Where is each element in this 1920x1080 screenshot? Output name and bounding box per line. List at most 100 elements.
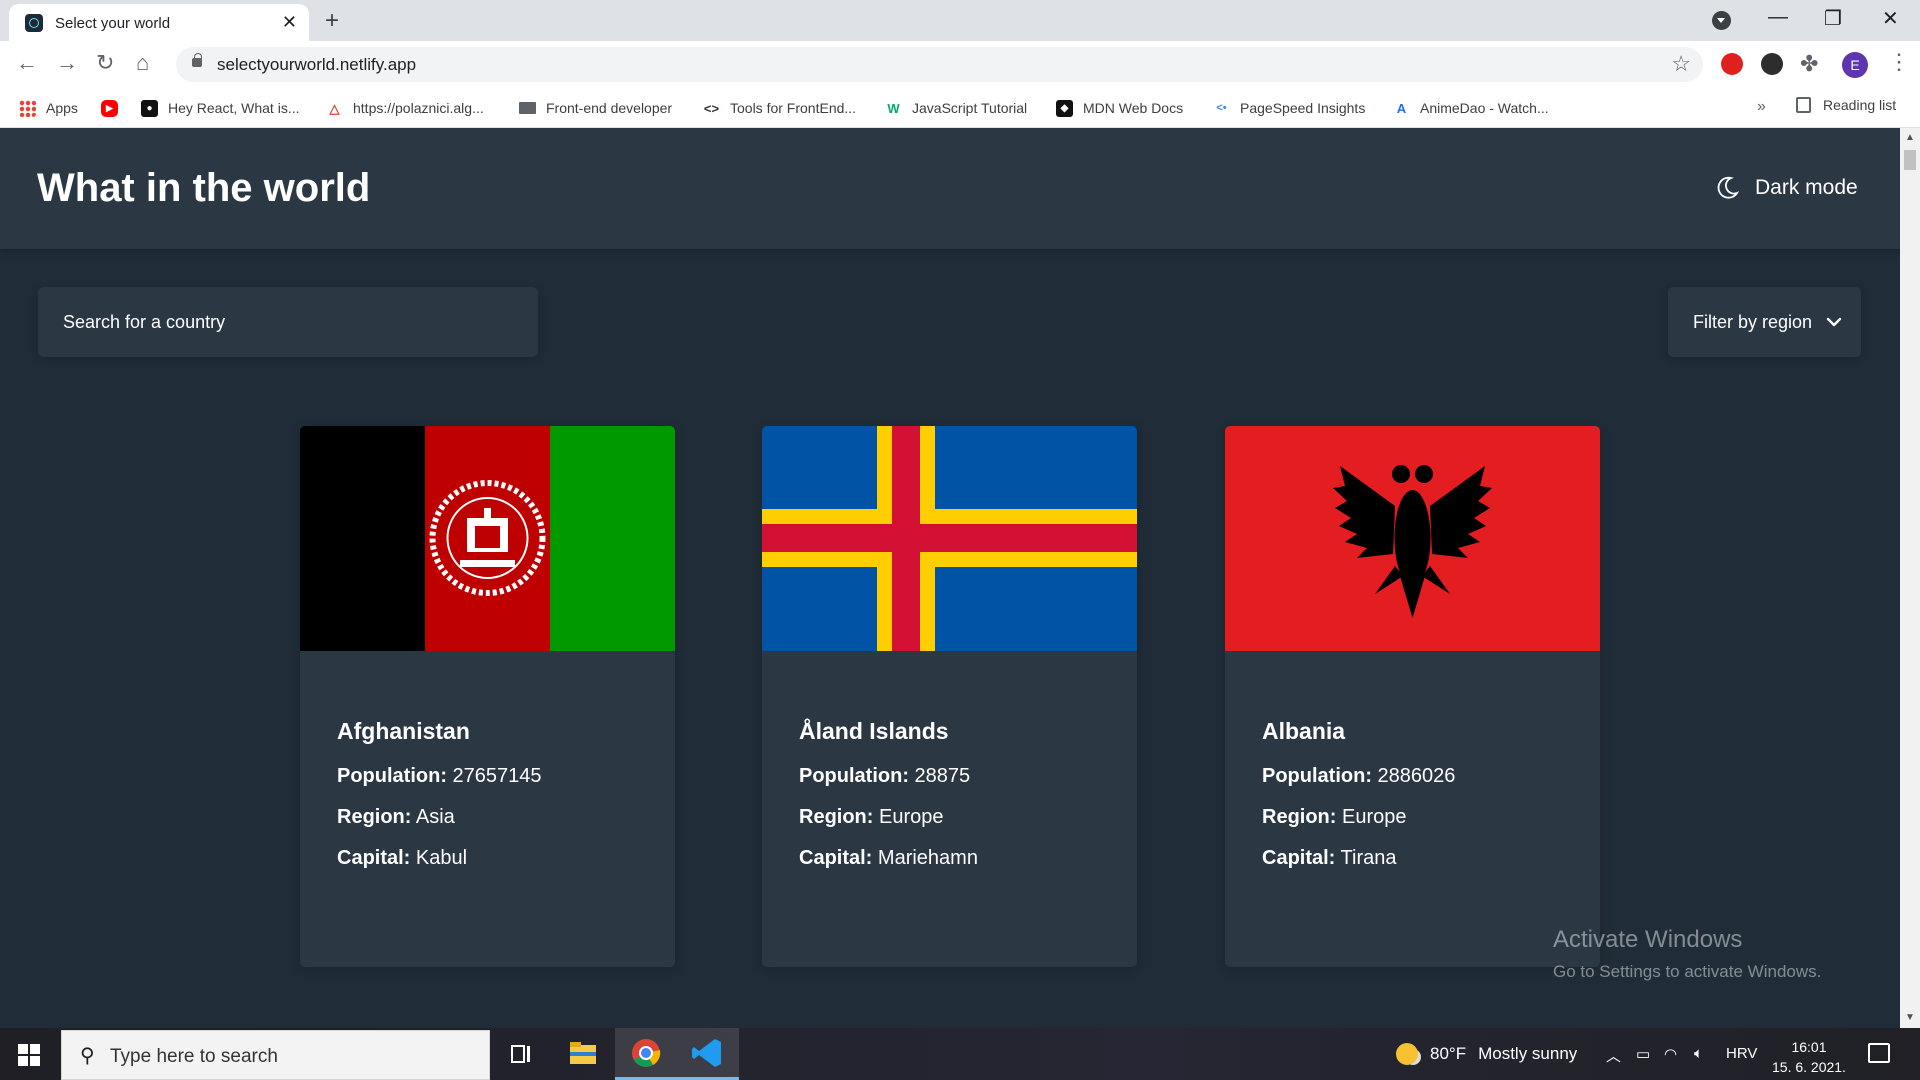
bookmark-mdn[interactable]: ◆ MDN Web Docs bbox=[1056, 97, 1183, 119]
albania-flag bbox=[1225, 426, 1600, 651]
new-tab-button[interactable]: + bbox=[325, 7, 339, 35]
back-arrow-icon[interactable]: ← bbox=[16, 50, 38, 76]
animedao-icon: A bbox=[1396, 100, 1407, 116]
bookmark-star-icon[interactable]: ☆ bbox=[1671, 51, 1691, 77]
population-value: 2886026 bbox=[1377, 765, 1456, 787]
weather-widget[interactable]: 80°F Mostly sunny bbox=[1396, 1043, 1577, 1065]
restore-button[interactable]: ❐ bbox=[1824, 6, 1842, 31]
scrollbar-thumb[interactable] bbox=[1904, 150, 1916, 170]
url-text[interactable]: selectyourworld.netlify.app bbox=[217, 55, 416, 75]
volume-icon[interactable]: 🔈︎ bbox=[1694, 1045, 1703, 1062]
clock-date: 15. 6. 2021. bbox=[1772, 1059, 1846, 1075]
page-scrollbar[interactable]: ▲ ▼ bbox=[1900, 128, 1920, 1028]
capital-value: Kabul bbox=[415, 847, 468, 869]
region-row: Region: Asia bbox=[337, 806, 542, 829]
population-label: Population: bbox=[337, 765, 447, 787]
home-icon[interactable]: ⌂ bbox=[136, 50, 149, 76]
capital-value: Mariehamn bbox=[877, 847, 978, 869]
reading-list-icon bbox=[1796, 97, 1811, 113]
forward-arrow-icon[interactable]: → bbox=[56, 50, 78, 76]
action-center-icon[interactable] bbox=[1868, 1043, 1890, 1063]
aland-islands-flag bbox=[762, 426, 1137, 651]
activation-subtitle: Go to Settings to activate Windows. bbox=[1553, 962, 1822, 981]
more-bookmarks-button[interactable]: » bbox=[1757, 98, 1766, 116]
address-bar[interactable]: selectyourworld.netlify.app ☆ bbox=[176, 47, 1703, 82]
minimize-button[interactable]: — bbox=[1768, 6, 1788, 29]
scroll-up-arrow-icon[interactable]: ▲ bbox=[1905, 132, 1915, 143]
filter-label: Filter by region bbox=[1693, 311, 1813, 332]
video-downloader-extension-icon[interactable] bbox=[1761, 53, 1783, 75]
activation-title: Activate Windows bbox=[1553, 926, 1743, 953]
region-row: Region: Europe bbox=[799, 806, 978, 829]
browser-menu-icon[interactable]: ⋮ bbox=[1888, 49, 1910, 75]
tab-title: Select your world bbox=[55, 15, 171, 32]
system-clock[interactable]: 16:01 15. 6. 2021. bbox=[1772, 1037, 1846, 1077]
browser-tab[interactable]: Select your world ✕ bbox=[9, 4, 309, 41]
country-card-albania[interactable]: Albania Population: 2886026 Region: Euro… bbox=[1225, 426, 1600, 967]
reading-list-button[interactable]: Reading list bbox=[1796, 97, 1896, 113]
afghanistan-flag bbox=[300, 426, 675, 651]
site-header: What in the world Dark mode bbox=[0, 128, 1900, 249]
moon-icon bbox=[1717, 176, 1739, 199]
react-favicon-icon bbox=[25, 14, 43, 32]
country-card-afghanistan[interactable]: Afghanistan Population: 27657145 Region:… bbox=[300, 426, 675, 967]
windows-start-icon[interactable] bbox=[18, 1044, 40, 1066]
bookmark-tools-frontend[interactable]: <> Tools for FrontEnd... bbox=[703, 97, 856, 119]
bookmark-label: https://polaznici.alg... bbox=[353, 100, 484, 116]
search-icon: ⚲ bbox=[80, 1045, 95, 1067]
pagespeed-icon: <• bbox=[1216, 101, 1227, 114]
bookmark-favicon-icon bbox=[519, 102, 536, 114]
population-row: Population: 27657145 bbox=[337, 765, 542, 788]
task-view-icon[interactable] bbox=[490, 1028, 552, 1080]
bookmark-javascript-tutorial[interactable]: W JavaScript Tutorial bbox=[885, 97, 1027, 119]
country-name: Åland Islands bbox=[799, 718, 949, 744]
bookmark-favicon-icon: △ bbox=[329, 100, 340, 116]
bookmark-apps[interactable]: Apps bbox=[19, 97, 78, 119]
youtube-icon: ▶ bbox=[101, 99, 118, 117]
code-brackets-icon: <> bbox=[703, 100, 720, 116]
country-card-aland-islands[interactable]: Åland Islands Population: 28875 Region: … bbox=[762, 426, 1137, 967]
battery-icon[interactable]: ▭ bbox=[1636, 1045, 1650, 1063]
browser-toolbar: ← → ↻ ⌂ selectyourworld.netlify.app ☆ ✤ … bbox=[0, 41, 1920, 88]
country-search[interactable] bbox=[38, 287, 538, 357]
bookmark-label: AnimeDao - Watch... bbox=[1420, 100, 1549, 116]
clock-time: 16:01 bbox=[1791, 1039, 1827, 1055]
scroll-down-arrow-icon[interactable]: ▼ bbox=[1905, 1012, 1915, 1023]
vscode-taskbar-icon[interactable] bbox=[677, 1028, 739, 1080]
taskbar-search-box[interactable]: ⚲ Type here to search bbox=[61, 1030, 490, 1080]
file-explorer-icon[interactable] bbox=[552, 1028, 614, 1080]
tab-close-icon[interactable]: ✕ bbox=[282, 12, 297, 33]
chrome-taskbar-icon[interactable] bbox=[615, 1028, 677, 1080]
bookmark-animedao[interactable]: A AnimeDao - Watch... bbox=[1393, 97, 1549, 119]
bookmark-pagespeed[interactable]: <• PageSpeed Insights bbox=[1213, 97, 1365, 119]
country-name: Albania bbox=[1262, 718, 1346, 744]
w3schools-icon: W bbox=[887, 100, 900, 116]
population-row: Population: 2886026 bbox=[1262, 765, 1455, 788]
region-value: Europe bbox=[879, 806, 944, 828]
dark-mode-label: Dark mode bbox=[1755, 176, 1858, 199]
region-label: Region: bbox=[337, 806, 412, 828]
tab-search-icon[interactable] bbox=[1712, 11, 1731, 30]
opera-adblock-extension-icon[interactable] bbox=[1721, 53, 1743, 75]
bookmark-polaznici[interactable]: △ https://polaznici.alg... bbox=[326, 97, 484, 119]
input-language[interactable]: HRV bbox=[1726, 1045, 1757, 1062]
bookmark-label: Front-end developer bbox=[546, 100, 673, 116]
extensions-puzzle-icon[interactable]: ✤ bbox=[1800, 51, 1818, 77]
weather-temperature: 80°F bbox=[1430, 1044, 1467, 1063]
show-hidden-icons-chevron-icon[interactable]: ︿ bbox=[1606, 1045, 1621, 1066]
bookmark-label: Tools for FrontEnd... bbox=[730, 100, 857, 116]
bookmark-favicon-icon: ● bbox=[141, 99, 158, 117]
profile-avatar[interactable]: E bbox=[1842, 52, 1868, 78]
bookmark-youtube[interactable]: ▶ bbox=[101, 97, 128, 119]
bookmark-hey-react[interactable]: ● Hey React, What is... bbox=[141, 97, 299, 119]
region-filter-dropdown[interactable]: Filter by region bbox=[1668, 287, 1861, 357]
search-input[interactable] bbox=[38, 287, 538, 357]
reload-icon[interactable]: ↻ bbox=[96, 50, 114, 76]
population-value: 27657145 bbox=[452, 765, 542, 787]
wifi-icon[interactable]: ◠ bbox=[1664, 1045, 1677, 1063]
bookmark-label: Hey React, What is... bbox=[168, 100, 300, 116]
close-window-button[interactable]: ✕ bbox=[1882, 6, 1899, 31]
bookmark-front-end-developer[interactable]: Front-end developer bbox=[519, 97, 672, 119]
dark-mode-toggle[interactable]: Dark mode bbox=[1717, 176, 1858, 200]
lock-icon[interactable] bbox=[192, 53, 202, 67]
